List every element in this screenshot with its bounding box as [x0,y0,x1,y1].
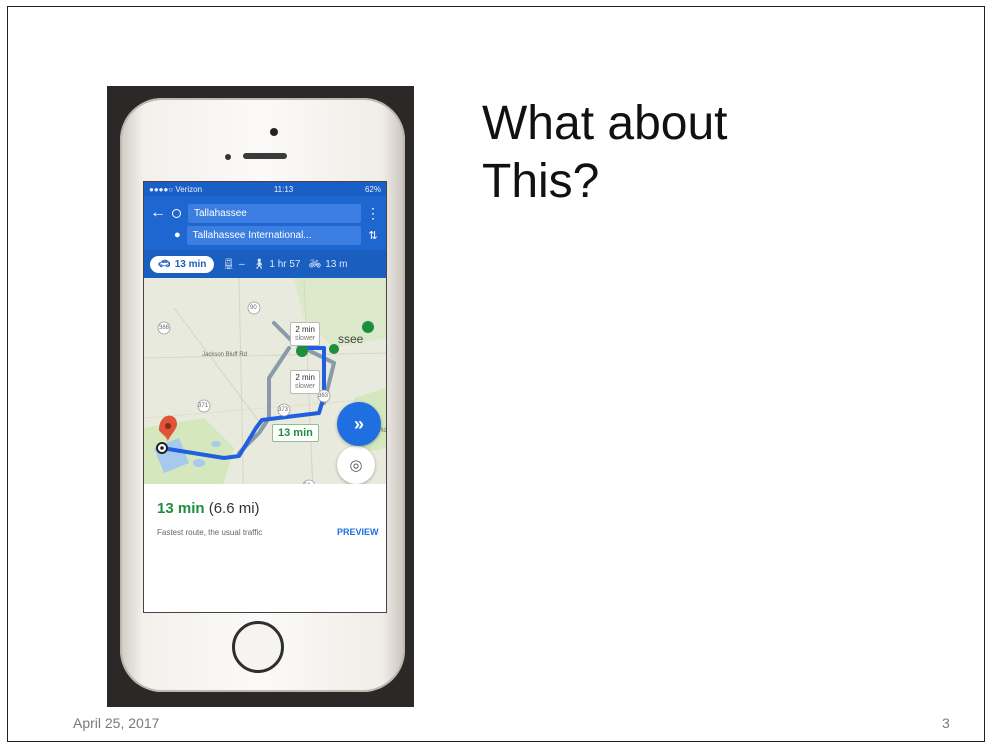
map-view[interactable]: 366 90 371 373 363 61 263 Jackson Bluff … [144,278,386,516]
slide-frame: What about This? April 25, 2017 3 ●●●●○ … [7,6,985,742]
origin-row: ← Tallahassee ⋮ [150,202,380,224]
destination-pin-icon: ● [174,229,181,241]
phone-photo: ●●●●○ Verizon 11:13 62% ← Tallahassee ⋮ … [107,86,414,707]
front-camera [225,154,231,160]
my-location-button[interactable]: ◎ [337,446,375,484]
back-arrow-icon[interactable]: ← [150,204,168,222]
start-navigation-button[interactable]: » [337,402,381,446]
hwy-label-373: 373 [278,407,289,413]
route-summary-line: 13 min (6.6 mi) [157,500,260,517]
preview-button[interactable]: PREVIEW [337,527,379,537]
route-summary-time: 13 min [157,500,205,517]
walk-icon: 🚶︎ [252,258,266,270]
directions-header: ← Tallahassee ⋮ ● Tallahassee Internatio… [144,196,386,250]
route-summary-panel: 13 min (6.6 mi) Fastest route, the usual… [144,484,386,612]
transit-time: – [239,258,245,270]
slide-page-number: 3 [942,715,950,731]
walk-time: 1 hr 57 [269,258,301,270]
tab-transit[interactable]: 🚆︎ – [222,259,244,270]
slide-title: What about This? [482,95,727,211]
alt-route-2-note: slower [295,383,316,390]
clock-label: 11:13 [273,184,294,194]
slide-date: April 25, 2017 [73,715,160,731]
iphone-body: ●●●●○ Verizon 11:13 62% ← Tallahassee ⋮ … [120,98,405,692]
slide-title-line-2: This? [482,155,600,208]
hwy-label-363: 363 [318,393,329,399]
route-description: Fastest route, the usual traffic [157,528,263,537]
car-icon: 🚗︎ [158,258,171,270]
crosshair-icon: ◎ [349,457,363,474]
travel-mode-tabs: 🚗︎ 13 min 🚆︎ – 🚶︎ 1 hr 57 🚲︎ 13 m [144,250,386,278]
destination-row: ● Tallahassee International... ⇅ [150,224,380,246]
origin-dot-icon [172,208,181,218]
destination-field[interactable]: Tallahassee International... [186,225,361,245]
origin-field[interactable]: Tallahassee [188,203,361,223]
status-bar: ●●●●○ Verizon 11:13 62% [144,182,386,196]
hwy-label-366: 366 [159,325,170,331]
double-chevron-right-icon: » [353,413,364,434]
tab-walk[interactable]: 🚶︎ 1 hr 57 [253,259,301,270]
swap-icon[interactable]: ⇅ [366,229,380,242]
route-time-bubble[interactable]: 13 min [272,424,319,442]
battery-label: 62% [364,184,381,194]
bike-icon: 🚲︎ [308,258,322,270]
city-label: ssee [338,332,364,346]
alt-route-2-time: 2 min [295,373,315,382]
route-summary-distance: (6.6 mi) [208,500,260,517]
proximity-sensor [270,128,278,136]
bike-time: 13 m [325,258,348,270]
train-icon: 🚆︎ [222,258,236,270]
earpiece-speaker [243,153,287,159]
carrier-label: ●●●●○ Verizon [149,184,203,194]
drive-time: 13 min [174,258,207,270]
slide-title-line-1: What about [482,97,728,150]
home-button[interactable] [232,621,284,673]
alt-route-bubble-2[interactable]: 2 min slower [290,370,321,394]
alt-route-bubble-1[interactable]: 2 min slower [290,322,321,346]
maps-screen: ●●●●○ Verizon 11:13 62% ← Tallahassee ⋮ … [143,181,387,613]
more-options-icon[interactable]: ⋮ [366,205,380,222]
tab-drive[interactable]: 🚗︎ 13 min [150,255,215,273]
road-label-jackson: Jackson Bluff Rd [202,352,247,358]
alt-route-1-time: 2 min [295,325,315,334]
alt-route-1-note: slower [295,335,316,342]
hwy-label-90: 90 [250,305,257,311]
tab-bike[interactable]: 🚲︎ 13 m [309,259,348,270]
hwy-label-371: 371 [198,403,209,409]
